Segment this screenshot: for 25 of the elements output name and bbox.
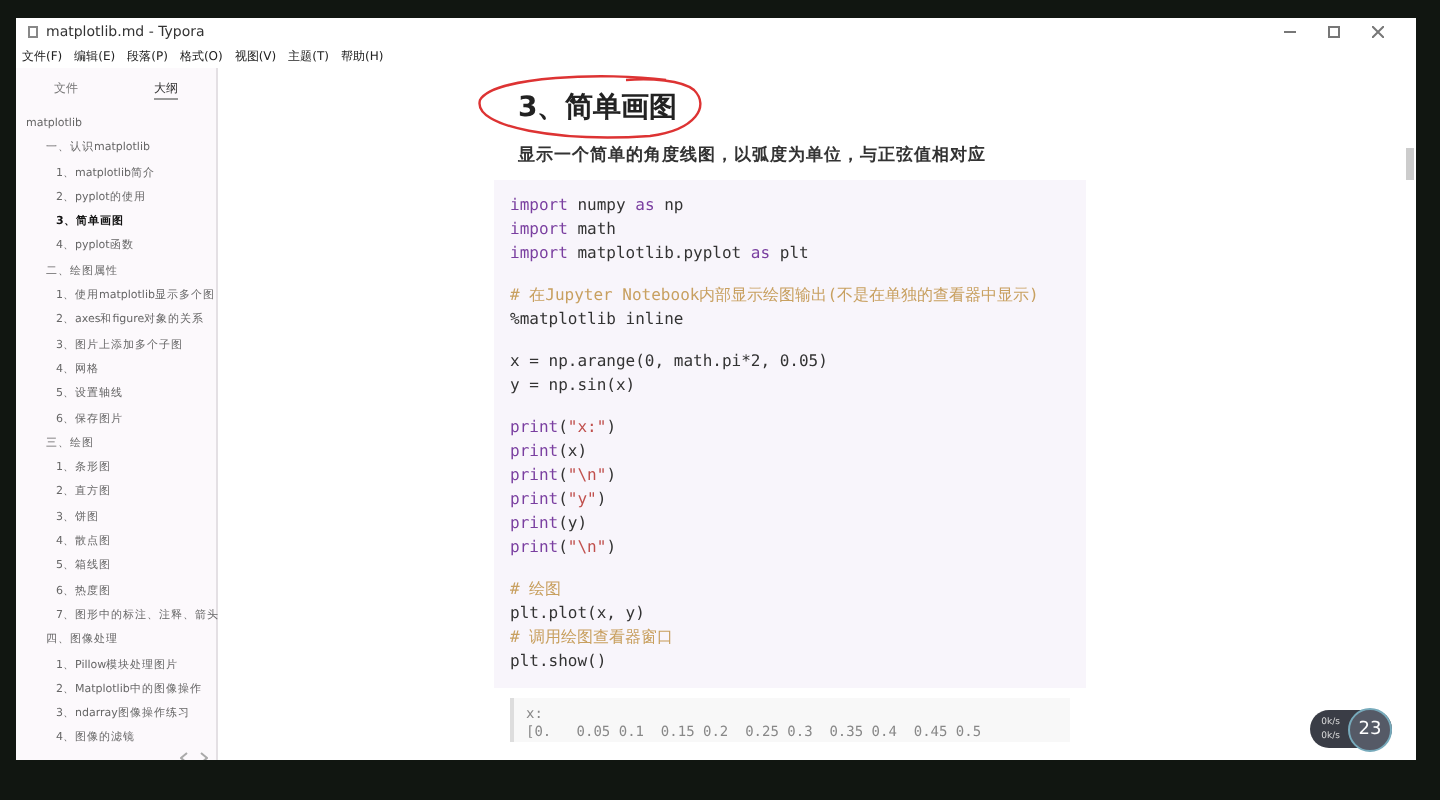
code-line: # 在Jupyter Notebook内部显示绘图输出(不是在单独的查看器中显示) [510,286,1039,304]
maximize-icon[interactable] [1328,26,1340,38]
badge: 23 [1348,707,1392,751]
code-line: print("y") [510,490,607,508]
code-line: import math [510,220,616,238]
code-line: plt.plot(x, y) [510,604,645,622]
code-line: # 调用绘图查看器窗口 [510,628,674,646]
section-heading: 3、简单画图 [518,90,680,126]
code-line: print("\n") [510,466,617,484]
code-line: import matplotlib.pyplot as plt [510,244,809,262]
paragraph: 显示一个简单的角度线图，以弧度为单位，与正弦值相对应 [518,144,986,168]
code-line: x = np.arange(0, math.pi*2, 0.05) [510,352,828,370]
minimize-icon[interactable] [1284,26,1296,38]
code-line: %matplotlib inline [510,310,684,328]
scrollbar-thumb[interactable] [1406,148,1414,180]
code-line: print("x:") [510,418,617,436]
code-line: print("\n") [510,538,617,556]
close-icon[interactable] [1372,26,1384,38]
code-line: import numpy as np [510,196,684,214]
code-line: print(x) [510,442,588,460]
code-line: y = np.sin(x) [510,376,636,394]
document-icon [28,26,38,38]
code-line: # 绘图 [510,580,562,598]
code-line: plt.show() [510,652,607,670]
code-line: print(y) [510,514,588,532]
